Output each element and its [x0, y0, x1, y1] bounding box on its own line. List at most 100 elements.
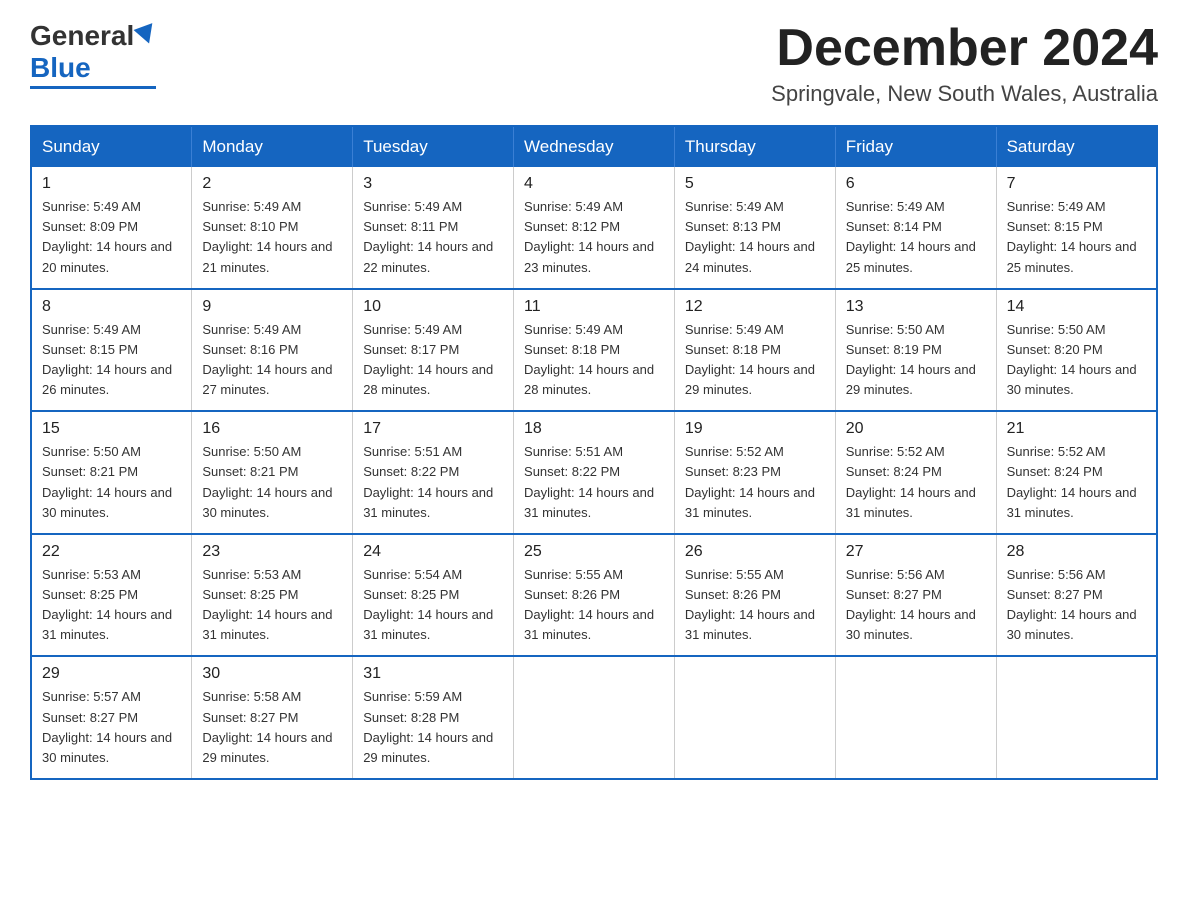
day-number: 22	[42, 543, 181, 561]
day-cell-30: 30 Sunrise: 5:58 AMSunset: 8:27 PMDayligh…	[192, 656, 353, 779]
location-title: Springvale, New South Wales, Australia	[771, 81, 1158, 107]
day-cell-24: 24 Sunrise: 5:54 AMSunset: 8:25 PMDayligh…	[353, 534, 514, 657]
day-cell-5: 5Sunrise: 5:49 AMSunset: 8:13 PMDaylight…	[674, 167, 835, 289]
weekday-header-monday: Monday	[192, 126, 353, 167]
day-cell-18: 18 Sunrise: 5:51 AMSunset: 8:22 PMDayligh…	[514, 411, 675, 534]
day-cell-9: 9 Sunrise: 5:49 AMSunset: 8:16 PMDaylight…	[192, 289, 353, 412]
day-cell-16: 16 Sunrise: 5:50 AMSunset: 8:21 PMDayligh…	[192, 411, 353, 534]
day-number: 29	[42, 665, 181, 683]
day-number: 8	[42, 298, 181, 316]
day-cell-15: 15 Sunrise: 5:50 AMSunset: 8:21 PMDayligh…	[31, 411, 192, 534]
day-number: 2	[202, 175, 342, 193]
day-cell-6: 6 Sunrise: 5:49 AMSunset: 8:14 PMDaylight…	[835, 167, 996, 289]
calendar-table: SundayMondayTuesdayWednesdayThursdayFrid…	[30, 125, 1158, 780]
day-info: Sunrise: 5:49 AMSunset: 8:09 PMDaylight:…	[42, 197, 181, 278]
month-title: December 2024	[771, 20, 1158, 77]
day-info: Sunrise: 5:51 AMSunset: 8:22 PMDaylight:…	[363, 442, 503, 523]
weekday-header-saturday: Saturday	[996, 126, 1157, 167]
day-cell-14: 14Sunrise: 5:50 AMSunset: 8:20 PMDayligh…	[996, 289, 1157, 412]
day-cell-4: 4 Sunrise: 5:49 AMSunset: 8:12 PMDaylight…	[514, 167, 675, 289]
week-row-2: 8 Sunrise: 5:49 AMSunset: 8:15 PMDaylight…	[31, 289, 1157, 412]
day-number: 20	[846, 420, 986, 438]
week-row-3: 15 Sunrise: 5:50 AMSunset: 8:21 PMDayligh…	[31, 411, 1157, 534]
day-number: 31	[363, 665, 503, 683]
day-cell-25: 25 Sunrise: 5:55 AMSunset: 8:26 PMDayligh…	[514, 534, 675, 657]
day-info: Sunrise: 5:49 AMSunset: 8:14 PMDaylight:…	[846, 197, 986, 278]
day-cell-10: 10Sunrise: 5:49 AMSunset: 8:17 PMDayligh…	[353, 289, 514, 412]
day-cell-23: 23 Sunrise: 5:53 AMSunset: 8:25 PMDayligh…	[192, 534, 353, 657]
day-info: Sunrise: 5:49 AMSunset: 8:10 PMDaylight:…	[202, 197, 342, 278]
day-cell-7: 7Sunrise: 5:49 AMSunset: 8:15 PMDaylight…	[996, 167, 1157, 289]
day-cell-13: 13 Sunrise: 5:50 AMSunset: 8:19 PMDayligh…	[835, 289, 996, 412]
day-info: Sunrise: 5:50 AMSunset: 8:20 PMDaylight:…	[1007, 320, 1146, 401]
day-info: Sunrise: 5:49 AMSunset: 8:15 PMDaylight:…	[1007, 197, 1146, 278]
logo-general-text: General	[30, 20, 134, 52]
logo-triangle-icon	[134, 23, 159, 47]
day-info: Sunrise: 5:56 AMSunset: 8:27 PMDaylight:…	[846, 565, 986, 646]
day-cell-20: 20 Sunrise: 5:52 AMSunset: 8:24 PMDayligh…	[835, 411, 996, 534]
day-info: Sunrise: 5:49 AMSunset: 8:18 PMDaylight:…	[524, 320, 664, 401]
title-area: December 2024 Springvale, New South Wale…	[771, 20, 1158, 107]
day-number: 1	[42, 175, 181, 193]
day-number: 18	[524, 420, 664, 438]
day-number: 21	[1007, 420, 1146, 438]
logo: General Blue	[30, 20, 156, 89]
day-number: 19	[685, 420, 825, 438]
day-cell-21: 21 Sunrise: 5:52 AMSunset: 8:24 PMDayligh…	[996, 411, 1157, 534]
day-info: Sunrise: 5:49 AMSunset: 8:17 PMDaylight:…	[363, 320, 503, 401]
day-info: Sunrise: 5:50 AMSunset: 8:19 PMDaylight:…	[846, 320, 986, 401]
day-info: Sunrise: 5:55 AMSunset: 8:26 PMDaylight:…	[524, 565, 664, 646]
day-number: 12	[685, 298, 825, 316]
day-info: Sunrise: 5:50 AMSunset: 8:21 PMDaylight:…	[202, 442, 342, 523]
day-cell-26: 26Sunrise: 5:55 AMSunset: 8:26 PMDayligh…	[674, 534, 835, 657]
day-number: 23	[202, 543, 342, 561]
header: General Blue December 2024 Springvale, N…	[30, 20, 1158, 107]
weekday-header-sunday: Sunday	[31, 126, 192, 167]
day-info: Sunrise: 5:49 AMSunset: 8:15 PMDaylight:…	[42, 320, 181, 401]
week-row-5: 29 Sunrise: 5:57 AMSunset: 8:27 PMDayligh…	[31, 656, 1157, 779]
day-info: Sunrise: 5:53 AMSunset: 8:25 PMDaylight:…	[42, 565, 181, 646]
week-row-1: 1 Sunrise: 5:49 AMSunset: 8:09 PMDaylight…	[31, 167, 1157, 289]
weekday-header-thursday: Thursday	[674, 126, 835, 167]
day-number: 4	[524, 175, 664, 193]
day-number: 11	[524, 298, 664, 316]
day-number: 25	[524, 543, 664, 561]
weekday-header-tuesday: Tuesday	[353, 126, 514, 167]
logo-blue-text: Blue	[30, 52, 91, 84]
day-number: 9	[202, 298, 342, 316]
day-info: Sunrise: 5:52 AMSunset: 8:24 PMDaylight:…	[846, 442, 986, 523]
day-info: Sunrise: 5:50 AMSunset: 8:21 PMDaylight:…	[42, 442, 181, 523]
empty-cell	[514, 656, 675, 779]
weekday-header-friday: Friday	[835, 126, 996, 167]
day-number: 24	[363, 543, 503, 561]
day-info: Sunrise: 5:51 AMSunset: 8:22 PMDaylight:…	[524, 442, 664, 523]
day-cell-22: 22 Sunrise: 5:53 AMSunset: 8:25 PMDayligh…	[31, 534, 192, 657]
day-info: Sunrise: 5:58 AMSunset: 8:27 PMDaylight:…	[202, 687, 342, 768]
day-cell-2: 2 Sunrise: 5:49 AMSunset: 8:10 PMDaylight…	[192, 167, 353, 289]
day-cell-27: 27 Sunrise: 5:56 AMSunset: 8:27 PMDayligh…	[835, 534, 996, 657]
day-info: Sunrise: 5:49 AMSunset: 8:18 PMDaylight:…	[685, 320, 825, 401]
day-number: 27	[846, 543, 986, 561]
day-info: Sunrise: 5:49 AMSunset: 8:16 PMDaylight:…	[202, 320, 342, 401]
day-cell-29: 29 Sunrise: 5:57 AMSunset: 8:27 PMDayligh…	[31, 656, 192, 779]
day-info: Sunrise: 5:49 AMSunset: 8:12 PMDaylight:…	[524, 197, 664, 278]
day-number: 15	[42, 420, 181, 438]
day-info: Sunrise: 5:54 AMSunset: 8:25 PMDaylight:…	[363, 565, 503, 646]
day-cell-8: 8 Sunrise: 5:49 AMSunset: 8:15 PMDaylight…	[31, 289, 192, 412]
day-number: 28	[1007, 543, 1146, 561]
day-info: Sunrise: 5:52 AMSunset: 8:23 PMDaylight:…	[685, 442, 825, 523]
day-number: 6	[846, 175, 986, 193]
day-number: 13	[846, 298, 986, 316]
day-number: 5	[685, 175, 825, 193]
day-number: 17	[363, 420, 503, 438]
empty-cell	[674, 656, 835, 779]
day-number: 30	[202, 665, 342, 683]
day-number: 16	[202, 420, 342, 438]
day-cell-28: 28Sunrise: 5:56 AMSunset: 8:27 PMDayligh…	[996, 534, 1157, 657]
day-info: Sunrise: 5:57 AMSunset: 8:27 PMDaylight:…	[42, 687, 181, 768]
weekday-header-wednesday: Wednesday	[514, 126, 675, 167]
day-info: Sunrise: 5:49 AMSunset: 8:11 PMDaylight:…	[363, 197, 503, 278]
week-row-4: 22 Sunrise: 5:53 AMSunset: 8:25 PMDayligh…	[31, 534, 1157, 657]
day-info: Sunrise: 5:52 AMSunset: 8:24 PMDaylight:…	[1007, 442, 1146, 523]
day-info: Sunrise: 5:53 AMSunset: 8:25 PMDaylight:…	[202, 565, 342, 646]
